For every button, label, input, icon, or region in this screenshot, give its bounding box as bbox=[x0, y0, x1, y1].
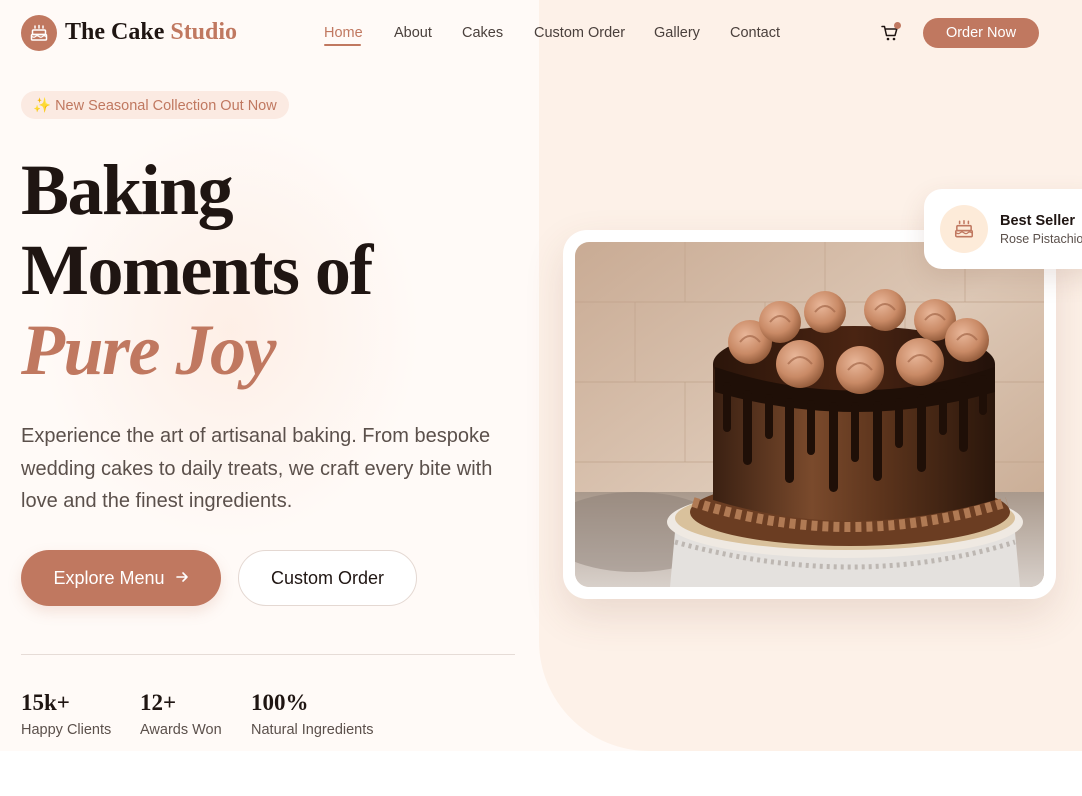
cake-photo bbox=[575, 242, 1044, 587]
headline-line-1: Baking bbox=[21, 150, 234, 230]
order-now-button[interactable]: Order Now bbox=[923, 18, 1039, 48]
stat-label: Happy Clients bbox=[21, 722, 112, 738]
cake-icon bbox=[940, 205, 988, 253]
hero-section: The Cake Studio Home About Cakes Custom … bbox=[0, 0, 1082, 751]
hero-headline: Baking Moments of Pure Joy bbox=[21, 150, 373, 390]
stat-value: 15k+ bbox=[21, 690, 70, 715]
stats-divider bbox=[21, 654, 515, 655]
brand-logo-text[interactable]: The Cake Studio bbox=[65, 19, 237, 46]
custom-order-button[interactable]: Custom Order bbox=[238, 550, 417, 606]
stat-value: 12+ bbox=[140, 690, 177, 715]
hero-image-card bbox=[563, 230, 1056, 599]
nav-link-gallery[interactable]: Gallery bbox=[654, 25, 700, 41]
nav-link-cakes[interactable]: Cakes bbox=[462, 25, 503, 41]
nav-link-custom-order[interactable]: Custom Order bbox=[534, 25, 625, 41]
headline-line-2: Moments of bbox=[21, 230, 373, 310]
top-nav: The Cake Studio Home About Cakes Custom … bbox=[0, 0, 1082, 66]
hero-description: Experience the art of artisanal baking. … bbox=[21, 425, 493, 512]
bestseller-card[interactable]: Best Seller Rose Pistachio bbox=[924, 189, 1082, 269]
nav-link-home[interactable]: Home bbox=[324, 25, 363, 41]
explore-menu-label: Explore Menu bbox=[53, 567, 165, 588]
cake-icon[interactable] bbox=[21, 15, 57, 51]
brand-name: The Cake bbox=[65, 19, 165, 45]
nav-link-about[interactable]: About bbox=[394, 25, 432, 41]
headline-line-3: Pure Joy bbox=[21, 310, 276, 390]
nav-active-indicator bbox=[324, 44, 361, 46]
stat-label: Awards Won bbox=[140, 722, 222, 738]
explore-menu-button[interactable]: Explore Menu bbox=[21, 550, 221, 606]
stat-awards-won: 12+ Awards Won bbox=[140, 690, 222, 738]
stat-natural-ingredients: 100% Natural Ingredients bbox=[251, 690, 374, 738]
arrow-right-icon bbox=[175, 568, 189, 589]
stat-label: Natural Ingredients bbox=[251, 722, 374, 738]
stat-happy-clients: 15k+ Happy Clients bbox=[21, 690, 111, 738]
stat-value: 100% bbox=[251, 690, 309, 715]
brand-name-accent: Studio bbox=[170, 19, 238, 45]
nav-link-contact[interactable]: Contact bbox=[730, 25, 780, 41]
bestseller-subtitle: Rose Pistachio bbox=[1000, 232, 1082, 246]
seasonal-badge: ✨ New Seasonal Collection Out Now bbox=[21, 91, 289, 119]
bestseller-title: Best Seller bbox=[1000, 213, 1075, 229]
cart-notification-dot bbox=[894, 22, 901, 29]
